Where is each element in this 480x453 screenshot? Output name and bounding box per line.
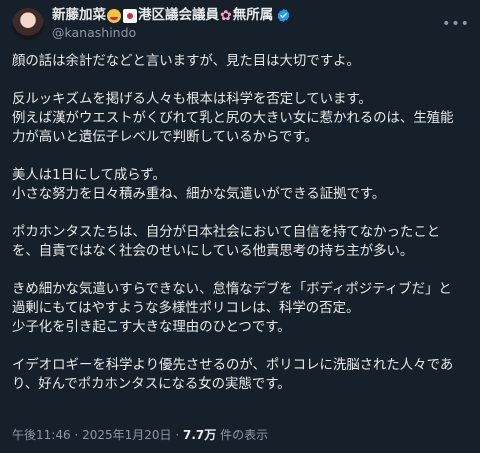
more-options-icon[interactable]: ••• — [442, 14, 469, 34]
face-emoji-icon — [107, 8, 121, 23]
tweet-header: 新藤加菜 港区議会議員 ✿ 無所属 @kanashindo ••• — [12, 6, 472, 42]
tweet-text: 顔の話は余計だなどと言いますが、見た目は大切ですよ。 反ルッキズムを掲げる人々も根… — [12, 52, 472, 413]
tweet-meta: 午後11:46 · 2025年1月20日 · 7.7万 件の表示 — [12, 426, 268, 443]
author-names: 新藤加菜 港区議会議員 ✿ 無所属 @kanashindo — [52, 7, 291, 41]
author-avatar[interactable] — [12, 8, 44, 40]
author-name-tail[interactable]: 無所属 — [233, 7, 274, 24]
tweet-date[interactable]: 2025年1月20日 — [82, 428, 171, 442]
tweet-line: 少子化を引き起こす大きな理由のひとつです。 — [12, 320, 291, 335]
verified-badge-icon — [277, 8, 290, 23]
tweet-line: 反ルッキズムを掲げる人々も根本は科学を否定しています。 — [12, 92, 372, 107]
tweet-paragraph: 顔の話は余計だなどと言いますが、見た目は大切ですよ。 — [12, 52, 472, 71]
tweet-line: 力が高いと遺伝子レベルで判断しているからです。 — [12, 130, 318, 145]
author-name-suffix[interactable]: 港区議会議員 — [138, 7, 219, 24]
tweet-line: を、自責ではなく社会のせいにしている他責思考の持ち主が多い。 — [12, 244, 414, 259]
meta-separator: · — [74, 428, 79, 442]
tweet-paragraph: きめ細かな気遣いすらできない、怠惰なデブを「ボディポジティブだ」と 過剰にもてはや… — [12, 280, 472, 337]
tweet-paragraph: 反ルッキズムを掲げる人々も根本は科学を否定しています。例えば漢がウエストがくびれ… — [12, 90, 472, 147]
tweet-card: 新藤加菜 港区議会議員 ✿ 無所属 @kanashindo ••• 顔の話は余計… — [0, 0, 480, 453]
tweet-line: 美人は1日にして成らず。 — [12, 168, 166, 183]
tweet-line: 過剰にもてはやすような多様性ポリコレは、科学の否定。 — [12, 301, 360, 316]
tweet-line: り、好んでポカホンタスになる女の実態です。 — [12, 377, 291, 392]
author-name[interactable]: 新藤加菜 — [52, 7, 106, 24]
japan-flag-icon — [123, 8, 137, 23]
tweet-paragraph: イデオロギーを科学より優先させるのが、ポリコレに洗脳された人々であ り、好んでポカ… — [12, 356, 472, 394]
tweet-line: 小さな努力を日々積み重ね、細かな気遣いができる証拠です。 — [12, 187, 386, 202]
tweet-line: 例えば漢がウエストがくびれて乳と尻の大きい女に惹かれるのは、生殖能 — [12, 111, 454, 126]
tweet-line: 顔の話は余計だなどと言いますが、見た目は大切ですよ。 — [12, 54, 360, 69]
tweet-line: ポカホンタスたちは、自分が日本社会において自信を持てなかったこと — [12, 225, 441, 240]
tweet-line: イデオロギーを科学より優先させるのが、ポリコレに洗脳された人々であ — [12, 358, 454, 373]
meta-separator: · — [175, 428, 180, 442]
cherry-blossom-icon: ✿ — [220, 7, 232, 24]
tweet-paragraph: ポカホンタスたちは、自分が日本社会において自信を持てなかったこと を、自責ではなく… — [12, 223, 472, 261]
author-handle[interactable]: @kanashindo — [52, 24, 291, 41]
tweet-paragraph: 美人は1日にして成らず。小さな努力を日々積み重ね、細かな気遣いができる証拠です。 — [12, 166, 472, 204]
author-name-row[interactable]: 新藤加菜 港区議会議員 ✿ 無所属 — [52, 7, 291, 24]
view-count[interactable]: 7.7万 — [183, 428, 216, 442]
tweet-time[interactable]: 午後11:46 — [12, 428, 71, 442]
view-count-label: 件の表示 — [220, 428, 269, 442]
tweet-line: きめ細かな気遣いすらできない、怠惰なデブを「ボディポジティブだ」と — [12, 282, 452, 297]
